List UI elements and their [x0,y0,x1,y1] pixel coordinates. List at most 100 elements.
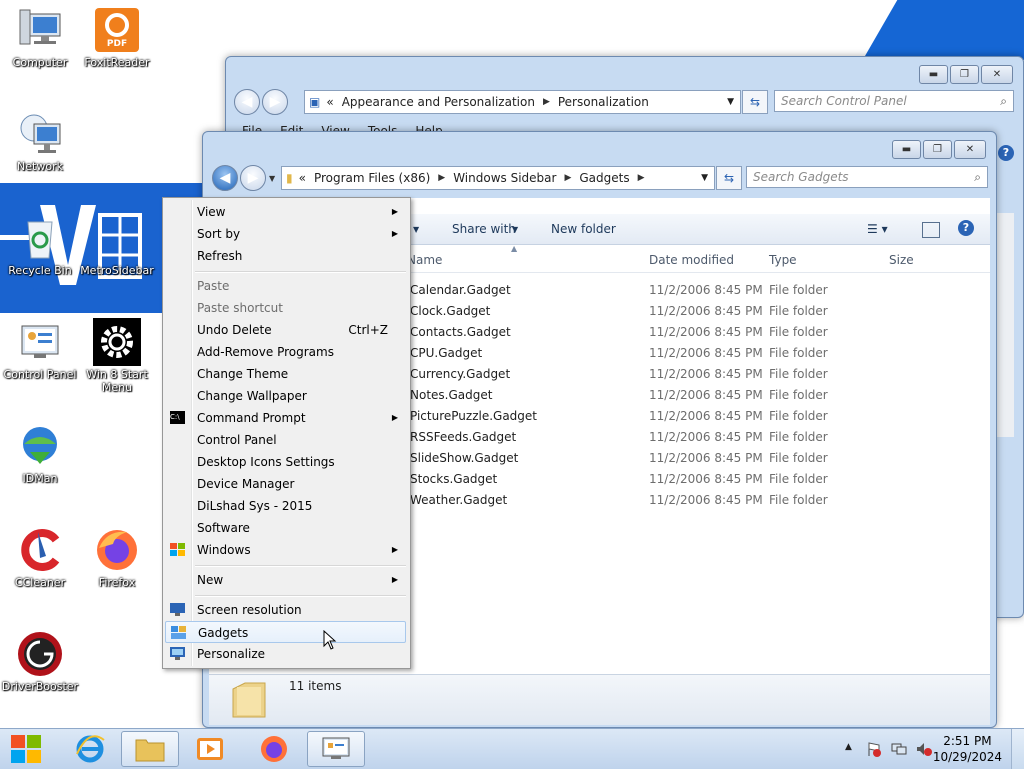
system-clock[interactable]: 2:51 PM 10/29/2024 [933,733,1002,765]
desktop-icon-driverbooster[interactable]: DriverBooster [0,630,80,693]
desktop-icon-network[interactable]: Network [0,110,80,173]
refresh-icon[interactable]: ⇆ [716,166,742,190]
menu-item-personalize[interactable]: Personalize [165,643,406,665]
menu-item-gadgets[interactable]: Gadgets [165,621,406,643]
close-button[interactable]: ✕ [981,65,1013,84]
menu-item-label: Change Wallpaper [197,389,307,403]
menu-item-desktop-icons-settings[interactable]: Desktop Icons Settings [165,451,406,473]
taskbar-control-panel[interactable] [307,731,365,767]
breadcrumb-appearance[interactable]: Appearance and Personalization [342,95,535,109]
search-icon[interactable]: ⌕ [1000,94,1007,109]
submenu-arrow-icon: ▶ [391,545,398,554]
menu-item-add-remove-programs[interactable]: Add-Remove Programs [165,341,406,363]
desktop-icon-ccleaner[interactable]: CCleaner [0,526,80,589]
taskbar-file-explorer[interactable] [121,731,179,767]
folder-icon [135,739,165,762]
organize-chevron-icon[interactable]: ▼ [413,225,419,234]
back-button[interactable]: ◀ [212,165,238,191]
driver-booster-icon [16,630,64,678]
preview-pane-icon[interactable] [922,222,940,238]
menu-item-screen-resolution[interactable]: Screen resolution [165,599,406,621]
menu-item-command-prompt[interactable]: C:\ Command Prompt ▶ [165,407,406,429]
desktop-icon-recycle-bin[interactable]: Recycle Bin [0,214,80,277]
help-icon[interactable]: ? [998,145,1014,161]
minimize-button[interactable]: ▬ [892,140,921,159]
action-center-flag-icon[interactable] [866,741,882,757]
menu-item-windows[interactable]: Windows ▶ [165,539,406,561]
back-button[interactable]: ◀ [234,89,260,115]
desktop-icon-metrosidebar[interactable]: MetroSidebar [77,214,157,277]
search-placeholder: Search Gadgets [753,170,849,184]
view-options-icon[interactable]: ☰ ▾ [867,222,888,236]
column-size[interactable]: Size [889,253,914,267]
show-desktop-button[interactable] [1011,729,1024,769]
share-with-button[interactable]: Share with [452,222,516,236]
desktop-icon-firefox[interactable]: Firefox [77,526,157,589]
search-icon[interactable]: ⌕ [974,170,981,185]
close-button[interactable]: ✕ [954,140,986,159]
menu-item-label: Sort by [197,227,241,241]
address-bar[interactable]: ▮ « Program Files (x86) ▶ Windows Sideba… [281,166,715,190]
taskbar-firefox[interactable] [245,731,303,767]
file-type: File folder [769,430,828,444]
breadcrumb-gadgets[interactable]: Gadgets [579,171,629,185]
show-hidden-icons-chevron-icon[interactable]: ▲ [845,742,852,752]
breadcrumb-personalization[interactable]: Personalization [558,95,649,109]
file-type: File folder [769,493,828,507]
menu-item-change-wallpaper[interactable]: Change Wallpaper [165,385,406,407]
file-type: File folder [769,388,828,402]
taskbar-media-player[interactable] [181,731,239,767]
menu-item-undo-delete[interactable]: Undo Delete Ctrl+Z [165,319,406,341]
forward-button[interactable]: ▶ [262,89,288,115]
desktop-icon-control-panel[interactable]: Control Panel [0,318,80,381]
file-name: CPU.Gadget [410,346,483,360]
search-input[interactable]: Search Gadgets ⌕ [746,166,988,188]
desktop-icon-foxitreader[interactable]: PDF FoxitReader [77,6,157,69]
chevron-down-icon[interactable]: ▼ [727,97,734,107]
address-bar[interactable]: ▣ « Appearance and Personalization ▶ Per… [304,90,741,114]
maximize-button[interactable]: ❐ [950,65,979,84]
minimize-button[interactable]: ▬ [919,65,948,84]
menu-item-device-manager[interactable]: Device Manager [165,473,406,495]
clock-date: 10/29/2024 [932,750,1002,764]
back-window-scrollbar[interactable] [996,213,1014,437]
menu-item-view[interactable]: View ▶ [165,201,406,223]
menu-item-control-panel[interactable]: Control Panel [165,429,406,451]
network-tray-icon[interactable] [891,741,907,757]
column-name[interactable]: Name [407,253,442,267]
personalize-icon [170,647,185,660]
desktop-icon-idman[interactable]: IDMan [0,422,80,485]
menu-item-software[interactable]: Software [165,517,406,539]
file-name: Calendar.Gadget [410,283,511,297]
desktop-icon-computer[interactable]: Computer [0,6,80,69]
refresh-icon[interactable]: ⇆ [742,90,768,114]
recent-pages-chevron-icon[interactable]: ▼ [269,174,275,183]
share-with-chevron-icon: ▼ [512,225,519,234]
breadcrumb-program-files[interactable]: Program Files (x86) [314,171,430,185]
taskbar-internet-explorer[interactable] [61,731,119,767]
file-name: Notes.Gadget [410,388,493,402]
submenu-arrow-icon: ▶ [391,229,398,238]
volume-muted-icon[interactable] [916,741,932,757]
menu-item-refresh[interactable]: Refresh [165,245,406,267]
menu-item-sort-by[interactable]: Sort by ▶ [165,223,406,245]
forward-button[interactable]: ▶ [240,165,266,191]
column-type[interactable]: Type [769,253,797,267]
file-type: File folder [769,283,828,297]
start-button[interactable] [0,731,52,767]
file-type: File folder [769,409,828,423]
maximize-button[interactable]: ❐ [923,140,952,159]
column-date-modified[interactable]: Date modified [649,253,734,267]
breadcrumb-windows-sidebar[interactable]: Windows Sidebar [453,171,556,185]
help-icon[interactable]: ? [958,220,974,236]
chevron-down-icon[interactable]: ▼ [701,173,708,183]
desktop-icon-win8-start-menu[interactable]: Win 8 Start Menu [77,318,157,394]
menu-item-label: Add-Remove Programs [197,345,334,359]
search-input[interactable]: Search Control Panel ⌕ [774,90,1014,112]
new-folder-button[interactable]: New folder [551,222,616,236]
wallpaper-wedge [862,0,1024,60]
menu-item-dilshad-sys[interactable]: DiLshad Sys - 2015 [165,495,406,517]
firefox-icon [93,526,141,574]
menu-item-change-theme[interactable]: Change Theme [165,363,406,385]
menu-item-new[interactable]: New ▶ [165,569,406,591]
